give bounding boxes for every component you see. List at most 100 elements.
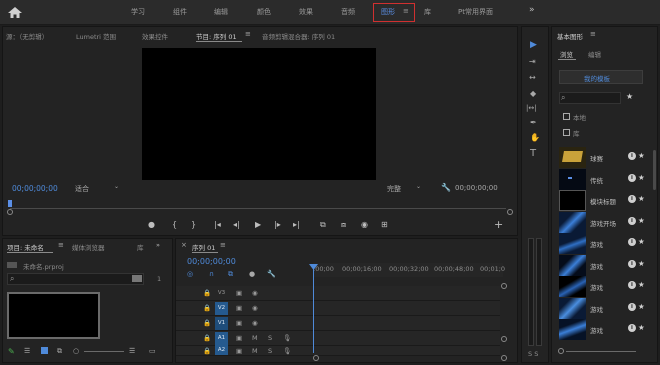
program-timecode[interactable]: 00;00;00;00 [12,184,58,193]
track-select-tool-icon[interactable]: ⇥ [529,57,536,66]
panel-menu-icon[interactable]: ≡ [245,30,251,38]
workspace-tab-libraries[interactable]: 库 [424,7,431,17]
track-label-a2[interactable]: A2 [215,345,228,355]
mark-out-button[interactable]: } [191,220,196,229]
selection-tool-icon[interactable]: ▶ [530,40,537,50]
go-to-in-button[interactable]: |◂ [214,220,221,229]
hand-tool-icon[interactable]: ✋ [530,133,540,142]
lock-icon[interactable]: 🔒 [203,304,211,312]
info-icon[interactable]: i [628,195,636,203]
automate-icon[interactable]: ▭ [149,347,156,355]
playhead-marker[interactable] [8,200,12,207]
sync-lock-icon[interactable]: ▣ [236,334,242,342]
pencil-icon[interactable]: ✎ [8,347,15,356]
scroll-handle-left[interactable] [7,209,13,215]
library-checkbox[interactable] [563,129,570,136]
home-button[interactable] [6,4,24,21]
microphone-icon[interactable]: 🎙 [283,347,291,355]
info-icon[interactable]: i [628,152,636,160]
workspace-tab-assembly[interactable]: 组件 [173,7,187,17]
timeline-playhead-line[interactable] [313,267,314,353]
icon-view-icon[interactable] [41,347,48,354]
chevron-down-icon[interactable]: ⌄ [114,183,119,190]
monitor-scrub-bar[interactable] [10,208,506,209]
timeline-timecode[interactable]: 00;00;00;00 [187,257,236,266]
tab-lumetri-scopes[interactable]: Lumetri 范围 [76,31,116,41]
star-icon[interactable]: ★ [638,151,645,160]
info-icon[interactable]: i [628,238,636,246]
info-icon[interactable]: i [628,260,636,268]
panel-menu-icon[interactable]: ≡ [58,241,64,249]
info-icon[interactable]: i [628,174,636,182]
track-label-v2[interactable]: V2 [215,302,228,315]
thumbnail-zoom-slider[interactable] [84,351,124,352]
lock-icon[interactable]: 🔒 [203,289,211,297]
sync-lock-icon[interactable]: ▣ [236,319,242,327]
template-item[interactable]: 游戏 i ★ [559,276,651,298]
type-tool-icon[interactable]: T [530,148,536,159]
extract-button[interactable]: ⧈ [341,220,346,230]
nest-icon[interactable]: ◎ [187,270,193,278]
tab-effect-controls[interactable]: 效果控件 [142,31,168,41]
star-icon[interactable]: ★ [638,173,645,182]
template-item[interactable]: 游戏 i ★ [559,298,651,320]
button-editor-add-button[interactable]: + [494,218,503,231]
eye-icon[interactable]: ◉ [252,319,258,327]
workspace-tab-effects[interactable]: 效果 [299,7,313,17]
lift-button[interactable]: ⧉ [320,220,326,230]
mute-icon[interactable]: M [252,347,258,355]
tab-browse[interactable]: 浏览 [560,49,573,59]
template-item[interactable]: 游戏开场 i ★ [559,212,651,234]
list-view-icon[interactable]: ☰ [24,347,30,355]
workspace-tab-color[interactable]: 颜色 [257,7,271,17]
template-search-input[interactable] [559,92,621,104]
solo-icon[interactable]: S [268,347,272,355]
panel-menu-icon[interactable]: ≡ [590,30,596,38]
tab-audio-clip-mixer[interactable]: 音频剪辑混合器: 序列 01 [262,31,335,41]
step-forward-button[interactable]: |▸ [274,220,281,229]
star-icon[interactable]: ★ [638,216,645,225]
snap-icon[interactable]: ∩ [209,270,214,278]
wrench-icon[interactable]: 🔧 [267,270,276,278]
tab-media-browser[interactable]: 媒体浏览器 [72,242,105,252]
star-icon[interactable]: ★ [638,259,645,268]
vertical-scroll-handle[interactable] [501,336,507,342]
tab-edit[interactable]: 编辑 [588,49,601,59]
zoom-level-select[interactable]: 适合 [75,184,89,194]
project-search-input[interactable] [7,273,144,285]
template-item[interactable]: 模块标题 i ★ [559,190,651,212]
eye-icon[interactable]: ◉ [252,289,258,297]
zoom-slider-icon[interactable]: ○ [73,347,79,355]
comparison-view-button[interactable]: ⊞ [381,220,388,229]
lock-icon[interactable]: 🔒 [203,334,211,342]
add-marker-button[interactable]: ● [148,220,155,229]
tab-sequence-01[interactable]: 序列 01 [192,242,215,252]
wrench-icon[interactable]: 🔧 [441,183,451,192]
more-panels-icon[interactable]: » [156,241,160,249]
star-icon[interactable]: ★ [638,280,645,289]
sync-lock-icon[interactable]: ▣ [236,347,242,355]
mute-icon[interactable]: M [252,334,258,342]
horizontal-scroll-handle[interactable] [313,355,319,361]
go-to-out-button[interactable]: ▸| [293,220,300,229]
ripple-edit-tool-icon[interactable]: ↔ [529,73,536,82]
lock-icon[interactable]: 🔒 [203,319,211,327]
new-bin-icon[interactable] [132,275,142,282]
mark-in-button[interactable]: { [172,220,177,229]
pen-tool-icon[interactable]: ✒ [530,118,537,127]
tab-source[interactable]: 源：（无剪辑） [6,31,48,41]
panel-menu-icon[interactable]: ≡ [220,241,226,249]
export-frame-button[interactable]: ◉ [361,220,368,229]
template-item[interactable]: 游戏 i ★ [559,255,651,277]
chevron-down-icon[interactable]: ⌄ [416,183,421,190]
add-marker-icon[interactable]: ● [249,270,255,278]
meter-solo-labels[interactable]: S S [528,350,538,358]
track-label-a1[interactable]: A1 [215,332,228,345]
workspace-tab-audio[interactable]: 音频 [341,7,355,17]
solo-icon[interactable]: S [268,334,272,342]
slip-tool-icon[interactable]: |↔| [526,104,537,112]
scroll-handle-right[interactable] [507,209,513,215]
track-label-v3[interactable]: V3 [215,287,228,300]
workspace-tab-editing[interactable]: 编辑 [214,7,228,17]
template-list-scrollbar[interactable] [653,150,656,190]
